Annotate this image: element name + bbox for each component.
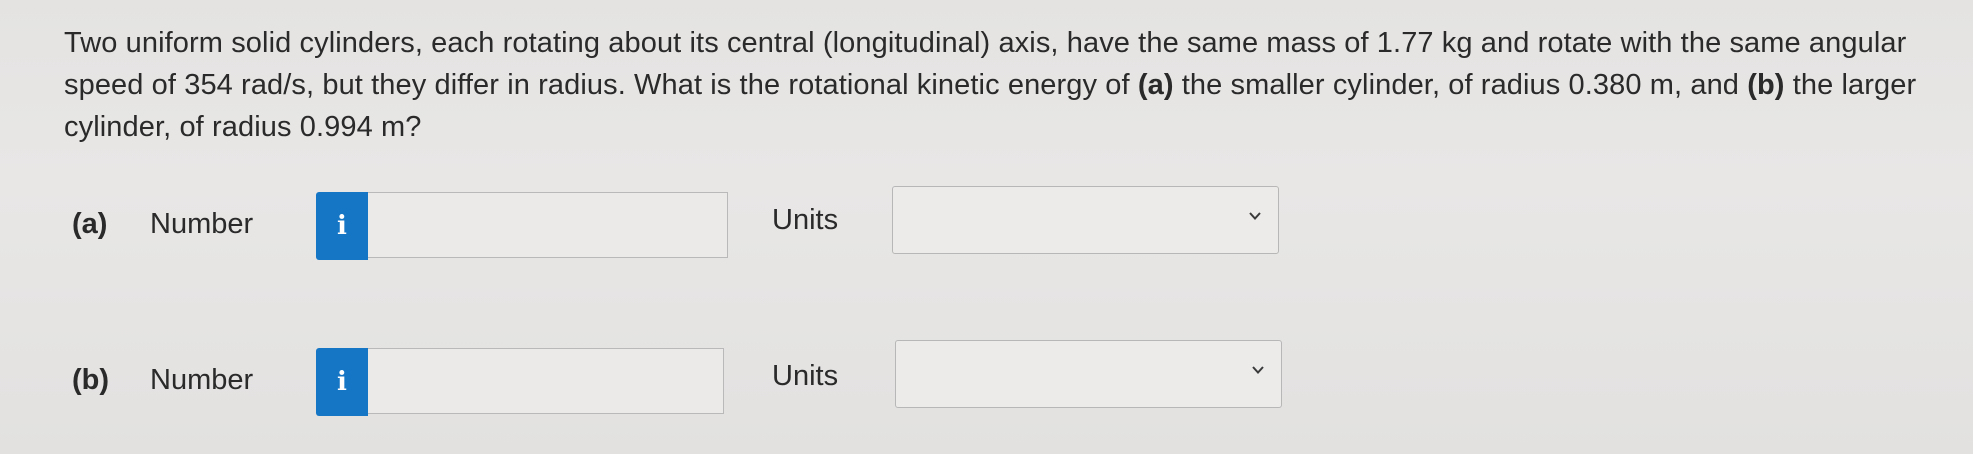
part-b-number-label: Number <box>150 364 254 396</box>
part-a-units-select[interactable] <box>892 186 1279 254</box>
part-a-number-input[interactable] <box>368 192 728 258</box>
part-b-units-select[interactable] <box>895 340 1282 408</box>
part-b-label: (b) <box>72 364 110 396</box>
chevron-down-icon <box>1251 363 1265 377</box>
info-icon: i <box>337 367 347 397</box>
part-a-info-button[interactable]: i <box>316 192 368 260</box>
answer-row-b: (b) Number i Units <box>0 340 1973 418</box>
question-part-b-ref: (b) <box>1747 69 1785 101</box>
part-b-info-button[interactable]: i <box>316 348 368 416</box>
part-b-units-label: Units <box>772 360 839 392</box>
part-b-number-input[interactable] <box>368 348 724 414</box>
question-part-a-ref: (a) <box>1137 69 1174 101</box>
info-icon: i <box>337 211 347 241</box>
chevron-down-icon <box>1248 209 1262 223</box>
part-a-label: (a) <box>72 208 108 240</box>
answer-row-a: (a) Number i Units <box>0 186 1973 262</box>
part-a-number-label: Number <box>150 208 254 240</box>
part-a-units-label: Units <box>772 204 839 236</box>
question-text-2: the smaller cylinder, of radius 0.380 m,… <box>1173 69 1748 101</box>
question-text: Two uniform solid cylinders, each rotati… <box>64 22 1954 148</box>
